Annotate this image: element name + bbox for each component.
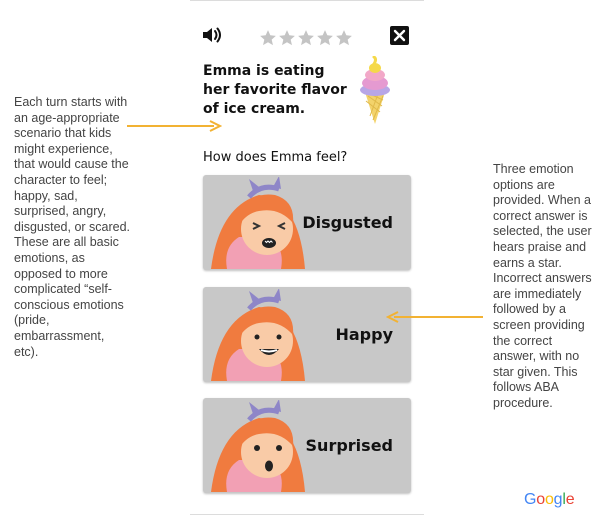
annotation-arrow-right	[127, 120, 222, 132]
star-icon	[336, 30, 352, 46]
star-icon	[260, 30, 276, 46]
question-prompt: How does Emma feel?	[203, 150, 348, 165]
disgusted-face-icon	[211, 177, 305, 269]
screen-bottom-edge	[190, 514, 424, 515]
star-icon	[279, 30, 295, 46]
annotation-arrow-left	[386, 311, 483, 323]
speaker-icon[interactable]	[201, 25, 223, 45]
answer-option-happy[interactable]: Happy	[203, 287, 411, 382]
screen-top-edge	[190, 0, 424, 1]
annotation-options: Three emotion options are provided. When…	[493, 162, 592, 410]
annotation-scenario: Each turn starts with an age-appropriate…	[14, 95, 131, 359]
star-rating	[259, 29, 353, 47]
google-logo: Google	[524, 491, 575, 508]
answer-option-disgusted[interactable]: Disgusted	[203, 175, 411, 270]
close-button[interactable]	[390, 26, 409, 45]
star-icon	[298, 30, 314, 46]
close-icon	[393, 29, 406, 42]
option-label: Happy	[335, 325, 393, 344]
happy-face-icon	[211, 289, 305, 381]
ice-cream-cone-icon	[353, 55, 397, 126]
star-icon	[317, 30, 333, 46]
surprised-face-icon	[211, 400, 305, 492]
option-label: Surprised	[305, 436, 393, 455]
option-label: Disgusted	[302, 213, 393, 232]
answer-option-surprised[interactable]: Surprised	[203, 398, 411, 493]
scenario-text: Emma is eating her favorite flavor of ic…	[203, 63, 347, 117]
